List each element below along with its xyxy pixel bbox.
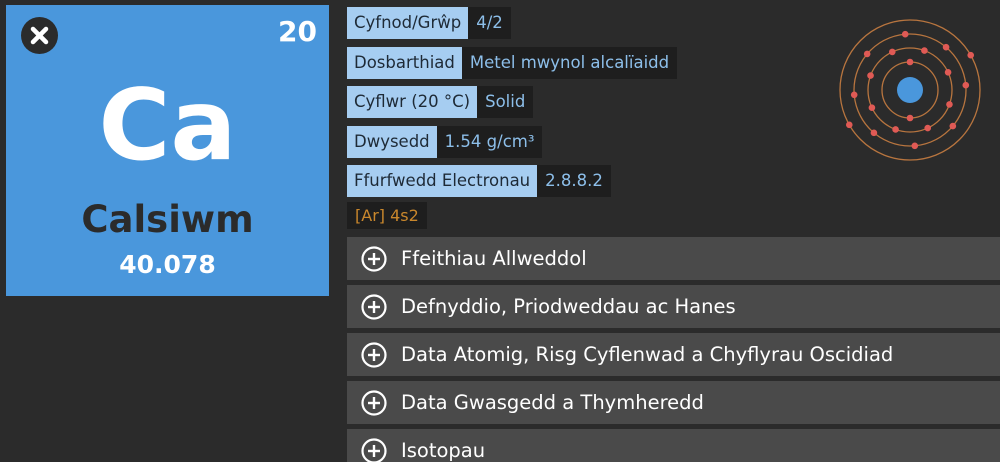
- electron: [901, 30, 909, 38]
- electron: [867, 72, 874, 79]
- property-label: Cyfnod/Grŵp: [347, 7, 469, 39]
- property-state: Cyflwr (20 °C) Solid: [347, 86, 534, 118]
- section-atomic-data[interactable]: Data Atomig, Risg Cyflenwad a Chyflyrau …: [347, 333, 1000, 376]
- electron: [863, 50, 871, 58]
- property-period-group: Cyfnod/Grŵp 4/2: [347, 7, 511, 39]
- electron: [924, 124, 932, 132]
- electron: [870, 129, 878, 137]
- element-name: Calsiwm: [81, 198, 254, 241]
- element-symbol: Ca: [98, 69, 237, 183]
- section-uses-history[interactable]: Defnyddio, Priodweddau ac Hanes: [347, 285, 1000, 328]
- electron: [949, 122, 957, 130]
- plus-circle-icon: [361, 341, 387, 368]
- section-title: Defnyddio, Priodweddau ac Hanes: [401, 295, 736, 318]
- electron: [892, 126, 899, 133]
- property-value: 4/2: [468, 7, 511, 39]
- section-title: Data Atomig, Risg Cyflenwad a Chyflyrau …: [401, 343, 894, 366]
- property-label: Cyflwr (20 °C): [347, 86, 478, 118]
- section-isotopes[interactable]: Isotopau: [347, 429, 1000, 462]
- electron: [850, 91, 858, 99]
- electron: [845, 121, 853, 129]
- electron-config-short: [Ar] 4s2: [347, 202, 427, 229]
- section-pressure-temperature[interactable]: Data Gwasgedd a Thymheredd: [347, 381, 1000, 424]
- electron: [967, 51, 975, 59]
- property-value: 1.54 g/cm³: [436, 126, 543, 158]
- plus-circle-icon: [361, 437, 387, 462]
- nucleus: [897, 77, 923, 103]
- plus-circle-icon: [361, 293, 387, 320]
- property-density: Dwysedd 1.54 g/cm³: [347, 126, 543, 158]
- element-tile: 20 Ca Calsiwm 40.078: [6, 5, 329, 296]
- electron: [942, 43, 950, 51]
- plus-circle-icon: [361, 245, 387, 272]
- electron: [888, 48, 896, 56]
- section-title: Ffeithiau Allweddol: [401, 247, 587, 270]
- plus-circle-icon: [361, 389, 387, 416]
- electron: [911, 142, 919, 150]
- property-value: Metel mwynol alcalïaidd: [461, 47, 678, 79]
- close-button[interactable]: [21, 17, 58, 54]
- atomic-mass: 40.078: [119, 250, 216, 279]
- section-title: Data Gwasgedd a Thymheredd: [401, 391, 704, 414]
- bohr-model-icon: [839, 19, 981, 161]
- section-title: Isotopau: [401, 439, 486, 462]
- property-value: 2.8.8.2: [537, 165, 611, 197]
- close-icon: [30, 26, 49, 45]
- electron: [906, 58, 914, 66]
- property-label: Ffurfwedd Electronau: [347, 165, 538, 197]
- electron: [868, 104, 876, 112]
- electron: [944, 68, 952, 76]
- electron: [962, 81, 970, 89]
- electron: [921, 47, 928, 54]
- property-value: Solid: [477, 86, 534, 118]
- property-electron-config: Ffurfwedd Electronau 2.8.8.2: [347, 165, 611, 197]
- section-key-facts[interactable]: Ffeithiau Allweddol: [347, 237, 1000, 280]
- electron: [946, 101, 953, 108]
- electron: [906, 114, 914, 122]
- atomic-number: 20: [278, 15, 317, 48]
- property-label: Dwysedd: [347, 126, 437, 158]
- property-label: Dosbarthiad: [347, 47, 462, 79]
- property-classification: Dosbarthiad Metel mwynol alcalïaidd: [347, 47, 678, 79]
